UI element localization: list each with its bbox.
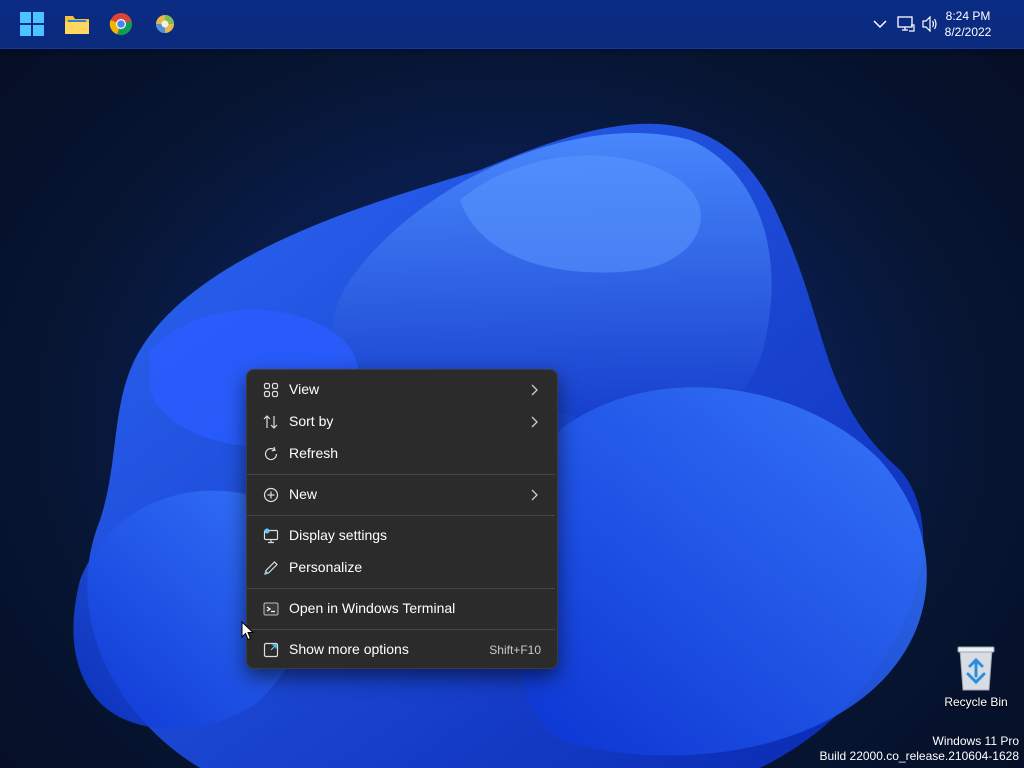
plus-circle-icon <box>263 487 279 503</box>
display-icon <box>263 528 279 544</box>
menu-item-refresh[interactable]: Refresh <box>251 439 553 469</box>
system-tray: 8:24 PM 8/2/2022 <box>844 0 1024 48</box>
network-icon <box>897 16 915 32</box>
menu-label-open-in-windows-terminal: Open in Windows Terminal <box>289 600 456 616</box>
menu-separator <box>247 474 555 475</box>
chevron-right-icon <box>531 416 538 428</box>
menu-item-sort-by[interactable]: Sort by <box>251 407 553 437</box>
network-button[interactable] <box>896 14 916 34</box>
grid-icon <box>263 382 279 398</box>
chrome-button[interactable] <box>105 8 137 40</box>
menu-item-open-in-windows-terminal[interactable]: Open in Windows Terminal <box>251 594 553 624</box>
edition-text: Windows 11 Pro <box>932 734 1019 748</box>
menu-item-show-more-options[interactable]: Show more options Shift+F10 <box>251 635 553 665</box>
menu-separator <box>247 515 555 516</box>
menu-label-sort-by: Sort by <box>289 413 334 429</box>
menu-label-view: View <box>289 381 320 397</box>
folder-icon <box>65 16 89 34</box>
recycle-bin[interactable]: Recycle Bin <box>938 640 1014 712</box>
chevron-down-icon <box>873 20 887 29</box>
menu-separator <box>247 588 555 589</box>
show-hidden-icons-button[interactable] <box>870 14 890 34</box>
menu-item-personalize[interactable]: Personalize <box>251 553 553 583</box>
menu-label-display-settings: Display settings <box>289 527 388 543</box>
file-explorer-button[interactable] <box>61 8 93 40</box>
app-button[interactable] <box>149 8 181 40</box>
menu-item-new[interactable]: New <box>251 480 553 510</box>
menu-label-refresh: Refresh <box>289 445 339 461</box>
recycle-bin-icon <box>957 646 995 691</box>
pen-icon <box>263 560 279 576</box>
menu-label-new: New <box>289 486 318 502</box>
desktop-context-menu: View Sort by Refresh New Display setting… <box>246 369 558 669</box>
chevron-right-icon <box>531 489 538 501</box>
expand-icon <box>263 642 279 658</box>
menu-shortcut-show-more-options: Shift+F10 <box>489 643 541 657</box>
clock[interactable]: 8:24 PM 8/2/2022 <box>928 8 1008 40</box>
mouse-cursor-icon <box>241 621 255 641</box>
windows-watermark: Windows 11 Pro Build 22000.co_release.21… <box>820 734 1020 764</box>
refresh-icon <box>263 446 279 462</box>
app-orb-icon <box>156 15 174 33</box>
chrome-icon <box>109 13 132 36</box>
terminal-icon <box>263 601 279 617</box>
recycle-bin-label: Recycle Bin <box>944 695 1008 709</box>
clock-time: 8:24 PM <box>945 9 991 23</box>
menu-label-personalize: Personalize <box>289 559 363 575</box>
sort-arrows-icon <box>263 414 279 430</box>
chevron-right-icon <box>531 384 538 396</box>
build-text: Build 22000.co_release.210604-1628 <box>819 749 1020 763</box>
windows-logo-icon <box>20 12 44 36</box>
menu-separator <box>247 629 555 630</box>
menu-item-display-settings[interactable]: Display settings <box>251 521 553 551</box>
taskbar: 8:24 PM 8/2/2022 <box>0 0 1024 49</box>
menu-item-view[interactable]: View <box>251 375 553 405</box>
clock-date: 8/2/2022 <box>944 25 992 39</box>
menu-label-show-more-options: Show more options <box>289 641 409 657</box>
start-button[interactable] <box>16 8 48 40</box>
